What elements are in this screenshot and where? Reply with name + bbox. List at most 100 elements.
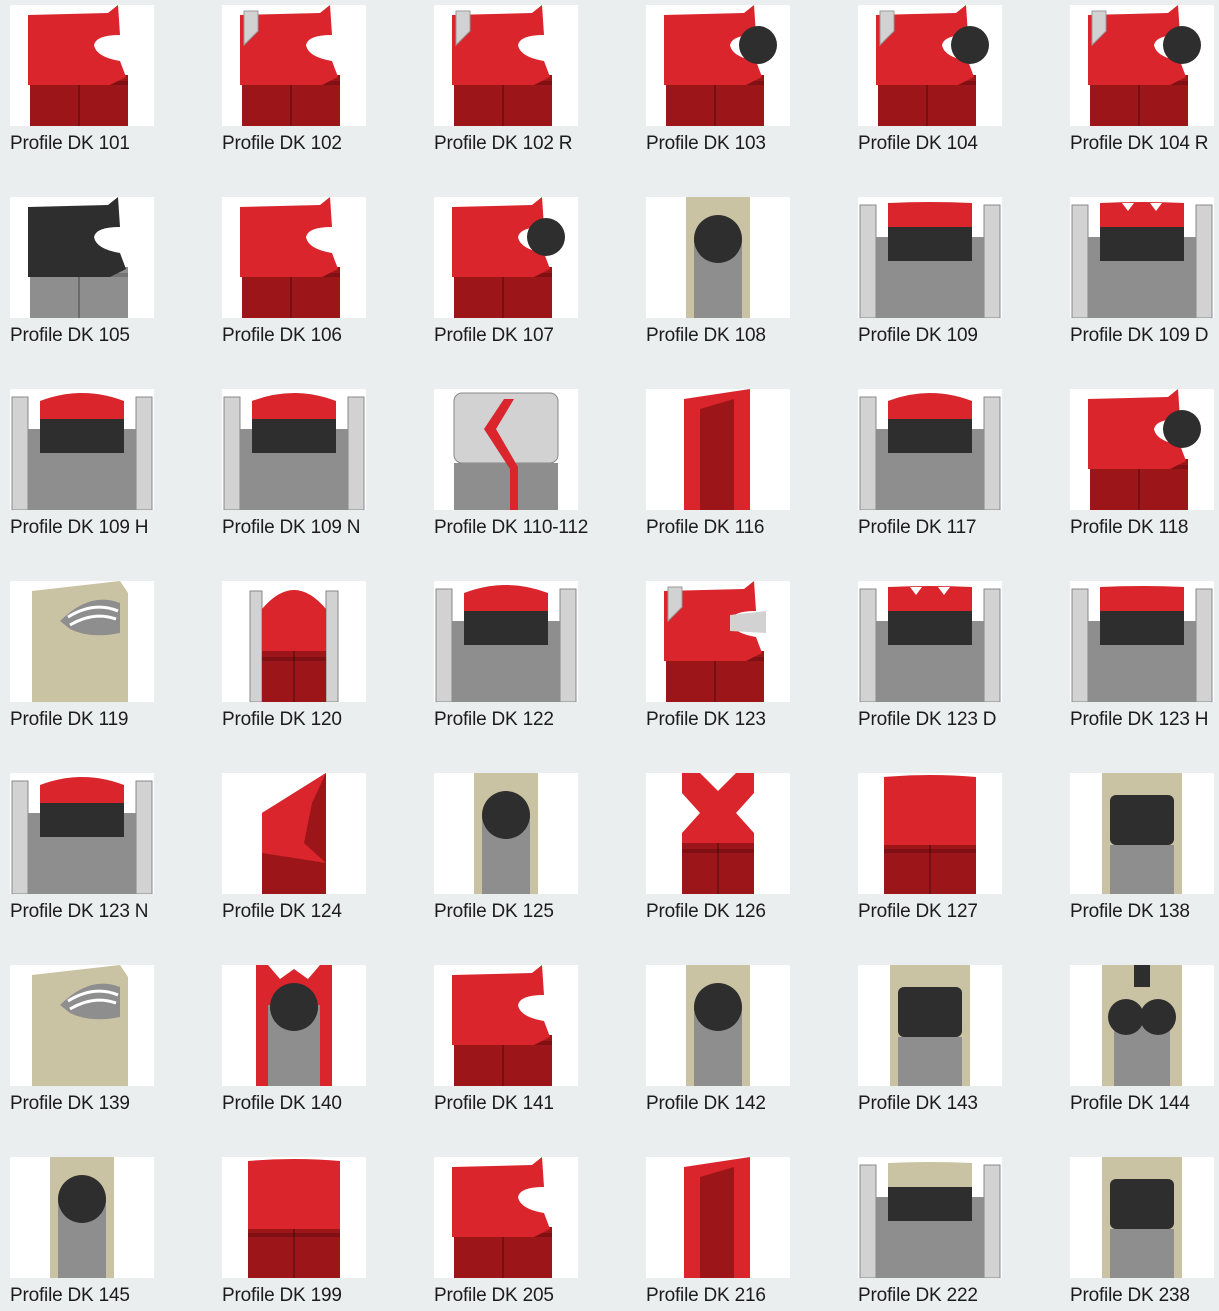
profile-cross-section-image[interactable] — [434, 1157, 578, 1278]
profile-label[interactable]: Profile DK 216 — [646, 1284, 766, 1308]
profile-cross-section-image[interactable] — [222, 1157, 366, 1278]
profile-cross-section-image[interactable] — [646, 773, 790, 894]
profile-label[interactable]: Profile DK 126 — [646, 900, 766, 924]
profile-card[interactable]: Profile DK 143 — [858, 965, 1058, 1135]
profile-cross-section-image[interactable] — [1070, 197, 1214, 318]
profile-cross-section-image[interactable] — [646, 965, 790, 1086]
profile-cross-section-image[interactable] — [222, 197, 366, 318]
profile-card[interactable]: Profile DK 105 — [10, 197, 210, 367]
profile-label[interactable]: Profile DK 123 — [646, 708, 766, 732]
profile-card[interactable]: Profile DK 123 N — [10, 773, 210, 943]
profile-card[interactable]: Profile DK 216 — [646, 1157, 846, 1311]
profile-card[interactable]: Profile DK 127 — [858, 773, 1058, 943]
profile-cross-section-image[interactable] — [646, 1157, 790, 1278]
profile-card[interactable]: Profile DK 140 — [222, 965, 422, 1135]
profile-card[interactable]: Profile DK 199 — [222, 1157, 422, 1311]
profile-label[interactable]: Profile DK 141 — [434, 1092, 554, 1116]
profile-cross-section-image[interactable] — [858, 197, 1002, 318]
profile-cross-section-image[interactable] — [646, 581, 790, 702]
profile-cross-section-image[interactable] — [10, 1157, 154, 1278]
profile-label[interactable]: Profile DK 116 — [646, 516, 765, 540]
profile-label[interactable]: Profile DK 106 — [222, 324, 342, 348]
profile-card[interactable]: Profile DK 109 — [858, 197, 1058, 367]
profile-card[interactable]: Profile DK 124 — [222, 773, 422, 943]
profile-label[interactable]: Profile DK 123 H — [1070, 708, 1209, 732]
profile-card[interactable]: Profile DK 101 — [10, 5, 210, 175]
profile-label[interactable]: Profile DK 118 — [1070, 516, 1189, 540]
profile-cross-section-image[interactable] — [222, 389, 366, 510]
profile-card[interactable]: Profile DK 116 — [646, 389, 846, 559]
profile-card[interactable]: Profile DK 109 N — [222, 389, 422, 559]
profile-card[interactable]: Profile DK 145 — [10, 1157, 210, 1311]
profile-label[interactable]: Profile DK 123 N — [10, 900, 149, 924]
profile-card[interactable]: Profile DK 108 — [646, 197, 846, 367]
profile-card[interactable]: Profile DK 126 — [646, 773, 846, 943]
profile-card[interactable]: Profile DK 107 — [434, 197, 634, 367]
profile-label[interactable]: Profile DK 107 — [434, 324, 554, 348]
profile-cross-section-image[interactable] — [10, 5, 154, 126]
profile-cross-section-image[interactable] — [10, 581, 154, 702]
profile-card[interactable]: Profile DK 238 — [1070, 1157, 1219, 1311]
profile-label[interactable]: Profile DK 144 — [1070, 1092, 1190, 1116]
profile-label[interactable]: Profile DK 102 R — [434, 132, 573, 156]
profile-label[interactable]: Profile DK 127 — [858, 900, 978, 924]
profile-card[interactable]: Profile DK 141 — [434, 965, 634, 1135]
profile-card[interactable]: Profile DK 123 — [646, 581, 846, 751]
profile-label[interactable]: Profile DK 104 R — [1070, 132, 1209, 156]
profile-label[interactable]: Profile DK 109 H — [10, 516, 149, 540]
profile-card[interactable]: Profile DK 104 R — [1070, 5, 1219, 175]
profile-cross-section-image[interactable] — [858, 389, 1002, 510]
profile-label[interactable]: Profile DK 103 — [646, 132, 766, 156]
profile-cross-section-image[interactable] — [434, 965, 578, 1086]
profile-cross-section-image[interactable] — [646, 197, 790, 318]
profile-cross-section-image[interactable] — [858, 773, 1002, 894]
profile-cross-section-image[interactable] — [1070, 773, 1214, 894]
profile-cross-section-image[interactable] — [222, 581, 366, 702]
profile-label[interactable]: Profile DK 105 — [10, 324, 130, 348]
profile-cross-section-image[interactable] — [858, 1157, 1002, 1278]
profile-card[interactable]: Profile DK 102 — [222, 5, 422, 175]
profile-card[interactable]: Profile DK 139 — [10, 965, 210, 1135]
profile-cross-section-image[interactable] — [10, 773, 154, 894]
profile-card[interactable]: Profile DK 123 D — [858, 581, 1058, 751]
profile-card[interactable]: Profile DK 103 — [646, 5, 846, 175]
profile-label[interactable]: Profile DK 110-112 — [434, 516, 588, 540]
profile-cross-section-image[interactable] — [646, 5, 790, 126]
profile-card[interactable]: Profile DK 222 — [858, 1157, 1058, 1311]
profile-label[interactable]: Profile DK 205 — [434, 1284, 554, 1308]
profile-label[interactable]: Profile DK 109 N — [222, 516, 361, 540]
profile-cross-section-image[interactable] — [646, 389, 790, 510]
profile-cross-section-image[interactable] — [434, 5, 578, 126]
profile-cross-section-image[interactable] — [222, 965, 366, 1086]
profile-card[interactable]: Profile DK 102 R — [434, 5, 634, 175]
profile-cross-section-image[interactable] — [10, 389, 154, 510]
profile-cross-section-image[interactable] — [858, 5, 1002, 126]
profile-card[interactable]: Profile DK 109 H — [10, 389, 210, 559]
profile-cross-section-image[interactable] — [10, 197, 154, 318]
profile-cross-section-image[interactable] — [434, 197, 578, 318]
profile-cross-section-image[interactable] — [434, 389, 578, 510]
profile-label[interactable]: Profile DK 199 — [222, 1284, 342, 1308]
profile-label[interactable]: Profile DK 138 — [1070, 900, 1190, 924]
profile-card[interactable]: Profile DK 142 — [646, 965, 846, 1135]
profile-card[interactable]: Profile DK 144 — [1070, 965, 1219, 1135]
profile-cross-section-image[interactable] — [1070, 965, 1214, 1086]
profile-label[interactable]: Profile DK 104 — [858, 132, 978, 156]
profile-label[interactable]: Profile DK 140 — [222, 1092, 342, 1116]
profile-card[interactable]: Profile DK 120 — [222, 581, 422, 751]
profile-label[interactable]: Profile DK 139 — [10, 1092, 130, 1116]
profile-cross-section-image[interactable] — [434, 581, 578, 702]
profile-label[interactable]: Profile DK 109 D — [1070, 324, 1209, 348]
profile-label[interactable]: Profile DK 145 — [10, 1284, 130, 1308]
profile-card[interactable]: Profile DK 123 H — [1070, 581, 1219, 751]
profile-cross-section-image[interactable] — [1070, 581, 1214, 702]
profile-cross-section-image[interactable] — [434, 773, 578, 894]
profile-label[interactable]: Profile DK 119 — [10, 708, 129, 732]
profile-cross-section-image[interactable] — [1070, 389, 1214, 510]
profile-cross-section-image[interactable] — [222, 773, 366, 894]
profile-card[interactable]: Profile DK 110-112 — [434, 389, 634, 559]
profile-label[interactable]: Profile DK 120 — [222, 708, 342, 732]
profile-label[interactable]: Profile DK 143 — [858, 1092, 978, 1116]
profile-cross-section-image[interactable] — [10, 965, 154, 1086]
profile-label[interactable]: Profile DK 101 — [10, 132, 130, 156]
